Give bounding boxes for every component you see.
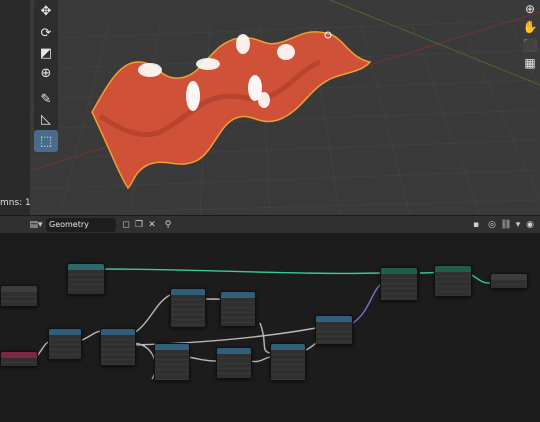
close-icon[interactable]: ✕ <box>146 218 158 232</box>
node-tree-name-field[interactable]: Geometry Nodes <box>46 218 116 243</box>
shield-icon[interactable]: ◻ <box>120 218 132 232</box>
math-node-2[interactable] <box>170 288 206 328</box>
tool-shelf: ✥ ⟳ ◩ ⊕ ✎ ◺ ⬚ <box>34 0 58 152</box>
set-shade-smooth-node[interactable] <box>434 265 472 297</box>
separate-xyz-node[interactable] <box>48 328 82 360</box>
settings-icon[interactable]: ◉ <box>524 218 536 232</box>
highlight-1 <box>138 63 162 77</box>
viewport-side-region <box>0 0 30 215</box>
node-editor-icon[interactable]: ▤▾ <box>28 218 44 232</box>
add-cube-icon[interactable]: ⬚ <box>34 130 58 152</box>
3d-viewport[interactable]: ✥ ⟳ ◩ ⊕ ✎ ◺ ⬚ ⊕ ✋ ⬛ ▦ mns: 1 <box>0 0 540 215</box>
pin-icon[interactable]: ⚲ <box>162 218 174 232</box>
copy-icon[interactable]: ❐ <box>133 218 145 232</box>
camera-icon[interactable]: ⬛ <box>520 36 540 54</box>
grid-icon[interactable]: ▦ <box>520 54 540 72</box>
math-node-6[interactable] <box>270 343 306 381</box>
snap-icon[interactable]: ◎ <box>486 218 498 232</box>
transform-icon[interactable]: ⊕ <box>34 62 58 84</box>
math-node-1[interactable] <box>100 328 136 366</box>
group-input-node[interactable] <box>0 285 38 307</box>
viewport-scene <box>0 0 540 215</box>
combine-xyz-node[interactable] <box>315 315 353 345</box>
position-input-node[interactable] <box>0 351 38 367</box>
math-node-3[interactable] <box>154 343 190 381</box>
rotate-icon[interactable]: ⟳ <box>34 22 58 44</box>
set-position-main-node[interactable] <box>380 267 418 301</box>
node-editor-canvas[interactable] <box>0 233 540 422</box>
move-icon[interactable]: ✥ <box>34 0 58 22</box>
node-editor-header: ▤▾ Geometry Nodes ◻ ❐ ✕ ⚲ ▪ ◎ ⛓ ▾ ◉ <box>0 215 540 243</box>
node-links <box>0 268 491 380</box>
overlay-icon[interactable]: ▪ <box>470 218 482 232</box>
measure-icon[interactable]: ◺ <box>34 108 58 130</box>
link-icon[interactable]: ⛓ <box>500 218 512 232</box>
pan-hand-icon[interactable]: ✋ <box>520 18 540 36</box>
dropdown-icon[interactable]: ▾ <box>512 218 524 232</box>
group-output-node[interactable] <box>490 273 528 289</box>
math-node-4[interactable] <box>220 291 256 327</box>
set-position-node[interactable] <box>67 263 105 295</box>
zoom-icon[interactable]: ⊕ <box>520 0 540 18</box>
columns-status-label: mns: 1 <box>0 198 31 208</box>
annotate-icon[interactable]: ✎ <box>34 88 58 110</box>
math-node-5[interactable] <box>216 347 252 379</box>
scale-icon[interactable]: ◩ <box>34 42 58 64</box>
